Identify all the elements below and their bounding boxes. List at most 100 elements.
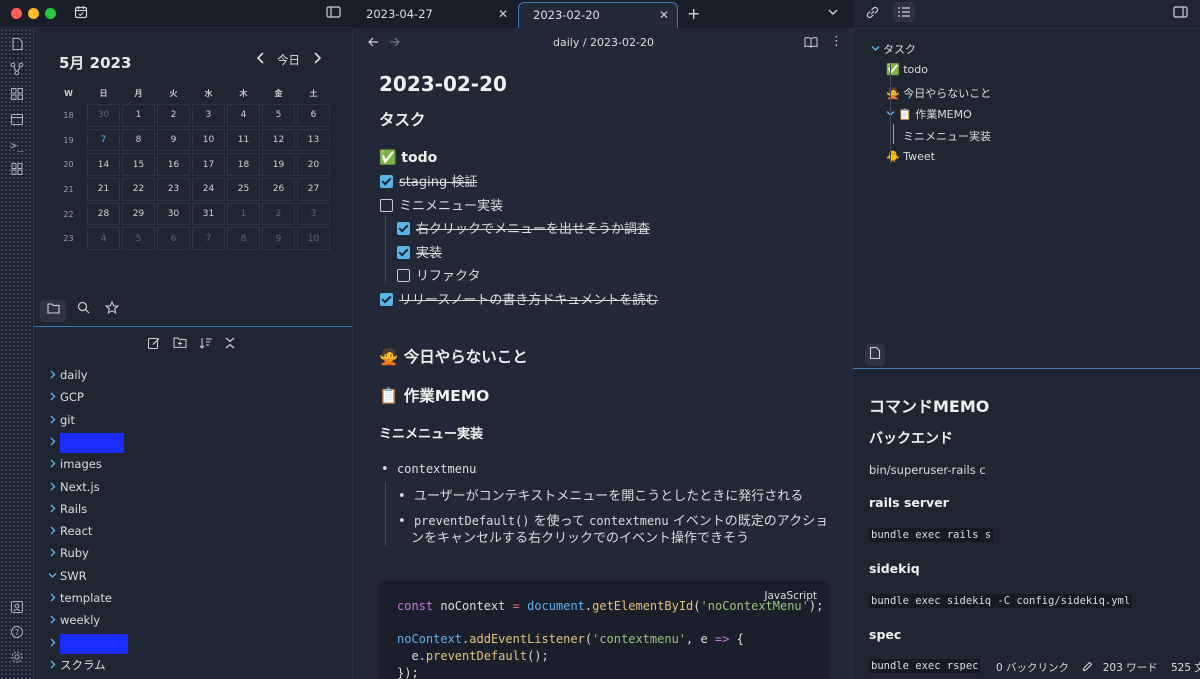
terminal-icon[interactable]: >_ bbox=[8, 137, 26, 155]
calendar-day[interactable]: 2 bbox=[157, 104, 190, 127]
calendar-day[interactable]: 6 bbox=[297, 104, 330, 127]
week-number[interactable]: 21 bbox=[52, 178, 85, 201]
close-tab-icon[interactable]: ✕ bbox=[498, 2, 508, 26]
calendar-day[interactable]: 28 bbox=[87, 202, 120, 226]
folder-item[interactable]: GCP bbox=[48, 388, 84, 406]
calendar-day[interactable]: 27 bbox=[297, 178, 330, 201]
new-tab-icon[interactable]: + bbox=[687, 4, 700, 23]
calendar-day[interactable]: 5 bbox=[262, 104, 295, 127]
calendar-day[interactable]: 10 bbox=[192, 128, 225, 152]
outline-item[interactable]: タスク bbox=[871, 41, 916, 57]
calendar-day[interactable]: 4 bbox=[87, 227, 120, 251]
task-item[interactable]: staging 検証 bbox=[380, 171, 477, 190]
tab-2023-02-20[interactable]: 2023-02-20 ✕ bbox=[518, 2, 678, 28]
chevron-down-icon[interactable] bbox=[871, 43, 883, 56]
checkbox-unchecked[interactable] bbox=[397, 269, 410, 282]
backlink-count[interactable]: 0 バックリンク bbox=[986, 662, 1069, 674]
toggle-right-sidebar-icon[interactable] bbox=[1173, 5, 1188, 23]
folder-item[interactable]: Ruby bbox=[48, 544, 89, 562]
tab-2023-04-27[interactable]: 2023-04-27 ✕ bbox=[352, 2, 516, 28]
calendar-day[interactable]: 11 bbox=[227, 128, 260, 152]
settings-gear-icon[interactable] bbox=[8, 650, 26, 668]
folder-item[interactable]: SWR bbox=[48, 567, 87, 585]
calendar-day[interactable]: 16 bbox=[157, 153, 190, 177]
task-item[interactable]: 実装 bbox=[397, 242, 442, 261]
graph-view-icon[interactable] bbox=[8, 62, 26, 80]
folder-item[interactable]: git bbox=[48, 411, 75, 429]
task-item[interactable]: 右クリックでメニューを出せそうか調査 bbox=[397, 218, 650, 237]
calendar-day[interactable]: 31 bbox=[192, 202, 225, 226]
calendar-day[interactable]: 20 bbox=[297, 153, 330, 177]
checkbox-checked[interactable] bbox=[397, 246, 410, 259]
calendar-day[interactable]: 30 bbox=[157, 202, 190, 226]
folder-item[interactable]: weekly bbox=[48, 611, 100, 629]
calendar-day[interactable]: 8 bbox=[227, 227, 260, 251]
calendar-day[interactable]: 19 bbox=[262, 153, 295, 177]
calendar-day[interactable]: 1 bbox=[227, 202, 260, 226]
week-number[interactable]: 18 bbox=[52, 104, 85, 127]
calendar-day[interactable]: 25 bbox=[227, 178, 260, 201]
more-options-icon[interactable]: ⋮ bbox=[830, 34, 843, 49]
folder-item[interactable]: daily bbox=[48, 366, 88, 384]
checkbox-checked[interactable] bbox=[397, 222, 410, 235]
code-block[interactable]: JavaScript const noContext = document.ge… bbox=[379, 581, 829, 679]
help-icon[interactable]: ? bbox=[8, 625, 26, 643]
calendar-day[interactable]: 12 bbox=[262, 128, 295, 152]
new-folder-icon[interactable] bbox=[173, 336, 187, 353]
checkbox-unchecked[interactable] bbox=[380, 199, 393, 212]
outline-item[interactable]: ✅ todo bbox=[886, 63, 928, 76]
calendar-day[interactable]: 1 bbox=[122, 104, 155, 127]
calendar-day[interactable]: 8 bbox=[122, 128, 155, 152]
search-tab[interactable] bbox=[70, 300, 96, 322]
calendar-day[interactable]: 3 bbox=[297, 202, 330, 226]
week-number[interactable]: 20 bbox=[52, 153, 85, 176]
outline-item[interactable]: ミニメニュー実装 bbox=[903, 128, 991, 144]
folder-item[interactable]: Next.js bbox=[48, 478, 100, 496]
file-explorer-tab[interactable] bbox=[40, 300, 66, 322]
calendar-day[interactable]: 14 bbox=[87, 153, 120, 177]
chevron-down-icon[interactable] bbox=[886, 108, 898, 121]
toggle-left-sidebar-icon[interactable] bbox=[326, 5, 341, 23]
calendar-day[interactable]: 23 bbox=[157, 178, 190, 201]
sort-order-icon[interactable] bbox=[199, 336, 213, 354]
files-icon[interactable] bbox=[8, 37, 26, 55]
outline-tab-icon[interactable] bbox=[893, 2, 915, 22]
calendar-day[interactable]: 30 bbox=[87, 104, 120, 127]
heading-not-today[interactable]: 🙅 今日やらないこと bbox=[379, 345, 528, 367]
reading-view-icon[interactable] bbox=[804, 36, 818, 52]
templates-icon[interactable] bbox=[8, 162, 26, 180]
close-window-button[interactable] bbox=[11, 8, 22, 19]
tab-list-chevron-icon[interactable] bbox=[827, 6, 839, 22]
edit-pencil-icon[interactable] bbox=[1072, 661, 1096, 674]
bullet-sub-1[interactable]: • ユーザーがコンテキストメニューを開こうとしたときに発行される bbox=[398, 485, 803, 504]
calendar-day[interactable]: 4 bbox=[227, 104, 260, 127]
daily-note-icon[interactable] bbox=[74, 5, 88, 23]
today-button[interactable]: 今日 bbox=[277, 52, 300, 68]
folder-item[interactable]: template bbox=[48, 589, 112, 607]
calendar-day[interactable]: 24 bbox=[192, 178, 225, 201]
zoom-window-button[interactable] bbox=[45, 8, 56, 19]
close-tab-icon[interactable]: ✕ bbox=[659, 3, 669, 27]
calendar-icon[interactable] bbox=[8, 112, 26, 130]
calendar-day[interactable]: 2 bbox=[262, 202, 295, 226]
calendar-day[interactable]: 6 bbox=[157, 227, 190, 251]
folder-item[interactable]: images bbox=[48, 455, 102, 473]
folder-item[interactable]: Rails bbox=[48, 500, 87, 518]
next-month-icon[interactable] bbox=[312, 52, 322, 68]
calendar-day[interactable]: 3 bbox=[192, 104, 225, 127]
minimize-window-button[interactable] bbox=[28, 8, 39, 19]
heading-work-memo[interactable]: 📋 作業MEMO bbox=[379, 384, 489, 406]
canvas-icon[interactable] bbox=[8, 87, 26, 105]
heading-tasks[interactable]: タスク bbox=[379, 108, 426, 130]
checkbox-checked[interactable] bbox=[380, 293, 393, 306]
week-number[interactable]: 22 bbox=[52, 203, 85, 226]
outline-item[interactable]: 📋 作業MEMO bbox=[886, 106, 972, 122]
calendar-day[interactable]: 5 bbox=[122, 227, 155, 251]
task-item[interactable]: リファクタ bbox=[397, 265, 480, 284]
new-note-icon[interactable] bbox=[147, 336, 161, 354]
collapse-all-icon[interactable] bbox=[224, 336, 236, 354]
outline-item[interactable]: 🐥 Tweet bbox=[886, 150, 935, 163]
calendar-day[interactable]: 17 bbox=[192, 153, 225, 177]
calendar-day[interactable]: 29 bbox=[122, 202, 155, 226]
task-item[interactable]: ミニメニュー実装 bbox=[380, 195, 503, 214]
